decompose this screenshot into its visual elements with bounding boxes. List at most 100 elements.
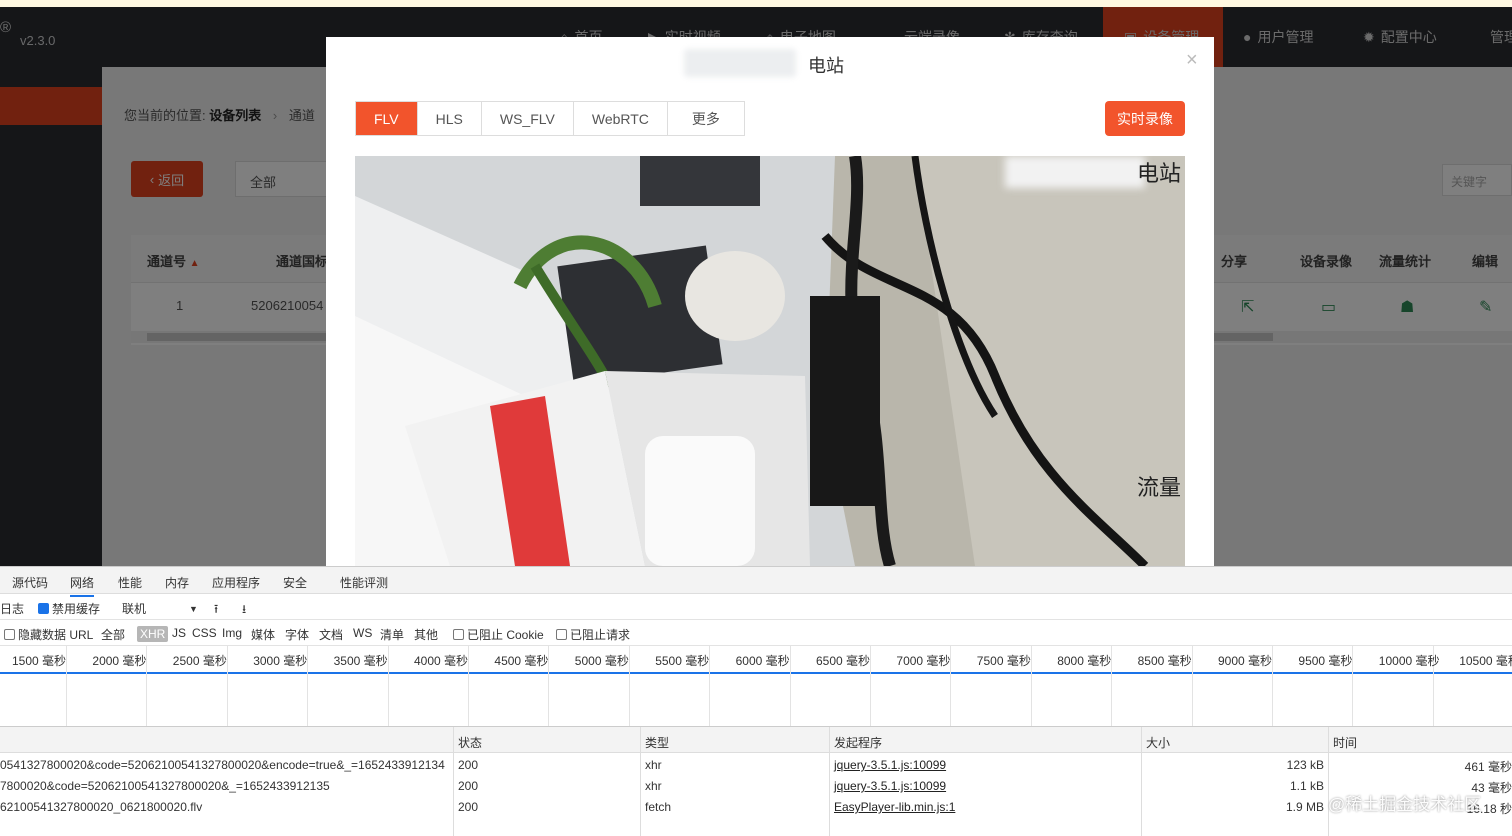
timeline-gridline bbox=[468, 646, 469, 726]
devtools-panel: 源代码 网络 性能 内存 应用程序 安全 性能评测 日志 禁用缓存 联机 ▼ ⭱ … bbox=[0, 566, 1512, 836]
timeline-tick-label: 2000 毫秒 bbox=[92, 654, 147, 668]
network-timeline[interactable]: 1500 毫秒 2000 毫秒 2500 毫秒 3000 毫秒 3500 毫秒 4000 … bbox=[0, 646, 1512, 726]
request-time: 461 毫秒 bbox=[1464, 760, 1512, 774]
timeline-tick-label: 6500 毫秒 bbox=[816, 654, 871, 668]
timeline-gridline bbox=[1111, 646, 1113, 726]
filter-ws[interactable]: WS bbox=[353, 626, 372, 640]
filter-other[interactable]: 其他 bbox=[414, 626, 438, 643]
request-status: 200 bbox=[458, 779, 479, 793]
request-size: 1.1 kB bbox=[1289, 779, 1324, 793]
request-name[interactable]: 7800020&code=52062100541327800020&_=1652… bbox=[0, 779, 330, 793]
filter-media[interactable]: 媒体 bbox=[251, 626, 275, 643]
timeline-gridline bbox=[548, 646, 550, 726]
timeline-tick-label: 5500 毫秒 bbox=[655, 654, 710, 668]
disable-cache-checkbox[interactable]: 禁用缓存 bbox=[38, 600, 100, 617]
filter-all[interactable]: 全部 bbox=[101, 626, 125, 643]
upload-icon[interactable]: ⭱ bbox=[214, 600, 218, 621]
timeline-tick-label: 8000 毫秒 bbox=[1057, 654, 1112, 668]
filter-doc[interactable]: 文档 bbox=[319, 626, 343, 643]
request-type: xhr bbox=[645, 758, 662, 772]
col-initiator[interactable]: 发起程序 bbox=[834, 734, 882, 751]
filter-xhr[interactable]: XHR bbox=[137, 626, 169, 642]
timeline-tick-label: 7000 毫秒 bbox=[896, 654, 951, 668]
tab-lighthouse[interactable]: 性能评测 bbox=[340, 574, 388, 591]
timeline-tick-label: 4000 毫秒 bbox=[414, 654, 469, 668]
timeline-tick-label: 3500 毫秒 bbox=[333, 654, 388, 668]
tab-flv[interactable]: FLV bbox=[356, 102, 418, 135]
download-icon[interactable]: ⭳ bbox=[242, 600, 246, 621]
request-name[interactable]: 62100541327800020_0621800020.flv bbox=[0, 800, 202, 814]
request-status: 200 bbox=[458, 758, 479, 772]
filter-css[interactable]: CSS bbox=[192, 626, 217, 640]
dropdown-arrow-icon: ▼ bbox=[189, 603, 198, 614]
timeline-gridline bbox=[307, 646, 309, 726]
filter-manifest[interactable]: 清单 bbox=[380, 626, 404, 643]
timeline-tick-label: 6000 毫秒 bbox=[735, 654, 790, 668]
timeline-tick-label: 10000 毫秒 bbox=[1378, 654, 1440, 668]
timeline-tick-label: 9500 毫秒 bbox=[1298, 654, 1353, 668]
timeline-tick-label: 2500 毫秒 bbox=[172, 654, 227, 668]
timeline-gridline bbox=[950, 646, 952, 726]
request-type: xhr bbox=[645, 779, 662, 793]
checkbox-checked-icon bbox=[38, 603, 49, 614]
col-size[interactable]: 大小 bbox=[1146, 734, 1170, 751]
network-request-table: 状态 类型 发起程序 大小 时间 0541327800020&code=5206… bbox=[0, 726, 1512, 836]
blurred-osd bbox=[1005, 156, 1145, 188]
video-player[interactable]: 电站 流量 bbox=[355, 156, 1185, 566]
hide-data-url-checkbox[interactable]: 隐藏数据 URL bbox=[4, 626, 93, 643]
blocked-requests-checkbox[interactable]: 已阻止请求 bbox=[556, 626, 630, 643]
request-size: 1.9 MB bbox=[1285, 800, 1324, 814]
timeline-tick-label: 9000 毫秒 bbox=[1218, 654, 1273, 668]
timeline-tick-label: 10500 毫秒 bbox=[1459, 654, 1512, 668]
timeline-gridline bbox=[1352, 646, 1354, 726]
timeline-tick-label: 4500 毫秒 bbox=[494, 654, 549, 668]
video-osd-traffic: 流量 bbox=[1136, 475, 1181, 500]
filter-js[interactable]: JS bbox=[172, 626, 186, 640]
col-status[interactable]: 状态 bbox=[458, 734, 482, 751]
timeline-gridline bbox=[709, 646, 711, 726]
tab-ws-flv[interactable]: WS_FLV bbox=[482, 102, 574, 135]
request-initiator[interactable]: jquery-3.5.1.js:10099 bbox=[834, 779, 946, 793]
modal-title: 电站 bbox=[808, 56, 844, 76]
timeline-tick-label: 1500 毫秒 bbox=[12, 654, 67, 668]
request-name[interactable]: 0541327800020&code=52062100541327800020&… bbox=[0, 758, 445, 772]
tab-webrtc[interactable]: WebRTC bbox=[574, 102, 668, 135]
preserve-log-label[interactable]: 日志 bbox=[0, 600, 24, 617]
request-type: fetch bbox=[645, 800, 672, 814]
tab-application[interactable]: 应用程序 bbox=[212, 574, 260, 591]
filter-img[interactable]: Img bbox=[222, 626, 242, 640]
devtools-tabs: 源代码 网络 性能 内存 应用程序 安全 性能评测 bbox=[0, 567, 1512, 597]
timeline-tick-label: 8500 毫秒 bbox=[1137, 654, 1192, 668]
request-table-header bbox=[0, 727, 1512, 753]
filter-font[interactable]: 字体 bbox=[285, 626, 309, 643]
filter-bar: 隐藏数据 URL 全部 XHR JS CSS Img 媒体 字体 文档 WS 清… bbox=[0, 620, 1512, 646]
tab-security[interactable]: 安全 bbox=[283, 574, 307, 591]
col-time[interactable]: 时间 bbox=[1333, 734, 1357, 751]
request-size: 123 kB bbox=[1286, 758, 1324, 772]
tab-more[interactable]: 更多 bbox=[668, 102, 744, 135]
live-record-button[interactable]: 实时录像 bbox=[1105, 101, 1185, 136]
tab-memory[interactable]: 内存 bbox=[165, 574, 189, 591]
request-initiator[interactable]: jquery-3.5.1.js:10099 bbox=[834, 758, 946, 772]
throttle-select[interactable]: 联机 ▼ bbox=[122, 600, 198, 617]
top-strip bbox=[0, 0, 1512, 7]
timeline-gridline bbox=[1272, 646, 1273, 726]
timeline-tick-label: 5000 毫秒 bbox=[574, 654, 629, 668]
timeline-tick-label: 7500 毫秒 bbox=[976, 654, 1031, 668]
tab-hls[interactable]: HLS bbox=[418, 102, 482, 135]
video-osd-title: 电站 bbox=[1136, 161, 1181, 186]
col-type[interactable]: 类型 bbox=[645, 734, 669, 751]
request-initiator[interactable]: EasyPlayer-lib.min.js:1 bbox=[834, 800, 955, 814]
tab-sources[interactable]: 源代码 bbox=[12, 574, 48, 591]
watermark: @稀土掘金技术社区 bbox=[1328, 795, 1482, 814]
timeline-tick-label: 3000 毫秒 bbox=[253, 654, 308, 668]
close-icon[interactable]: × bbox=[1186, 49, 1198, 72]
timeline-gridline bbox=[66, 646, 67, 726]
video-modal: 电站 × FLV HLS WS_FLV WebRTC 更多 实时录像 电站 流量 bbox=[326, 37, 1214, 566]
request-status: 200 bbox=[458, 800, 479, 814]
network-toolbar: 日志 禁用缓存 联机 ▼ ⭱ ⭳ bbox=[0, 594, 1512, 620]
stream-tabs: FLV HLS WS_FLV WebRTC 更多 bbox=[355, 101, 745, 136]
tab-performance[interactable]: 性能 bbox=[118, 574, 142, 591]
timeline-gridline bbox=[870, 646, 871, 726]
blocked-cookie-checkbox[interactable]: 已阻止 Cookie bbox=[453, 626, 544, 643]
